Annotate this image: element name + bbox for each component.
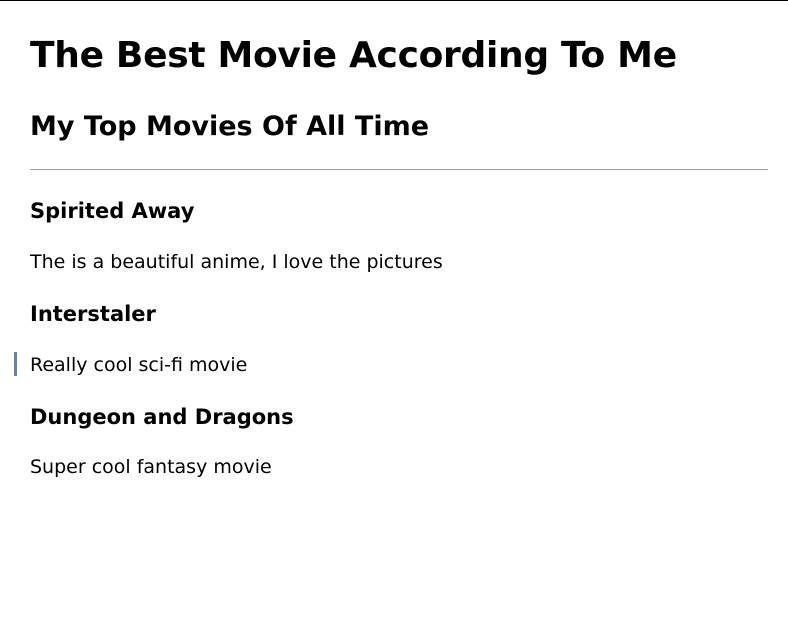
movie-description-2: Really cool sci-fi movie: [30, 354, 248, 376]
movie-description-1: The is a beautiful anime, I love the pic…: [30, 251, 443, 273]
page-subtitle: My Top Movies Of All Time: [30, 111, 430, 142]
movie-title-3: Dungeon and Dragons: [30, 405, 294, 429]
text-cursor-marker: [14, 352, 17, 376]
page-title: The Best Movie According To Me: [30, 35, 677, 76]
movie-description-3: Super cool fantasy movie: [30, 456, 272, 478]
section-divider: [30, 169, 768, 170]
movie-title-1: Spirited Away: [30, 199, 195, 223]
movie-title-2: Interstaler: [30, 302, 156, 326]
window-top-border: [0, 0, 788, 1]
